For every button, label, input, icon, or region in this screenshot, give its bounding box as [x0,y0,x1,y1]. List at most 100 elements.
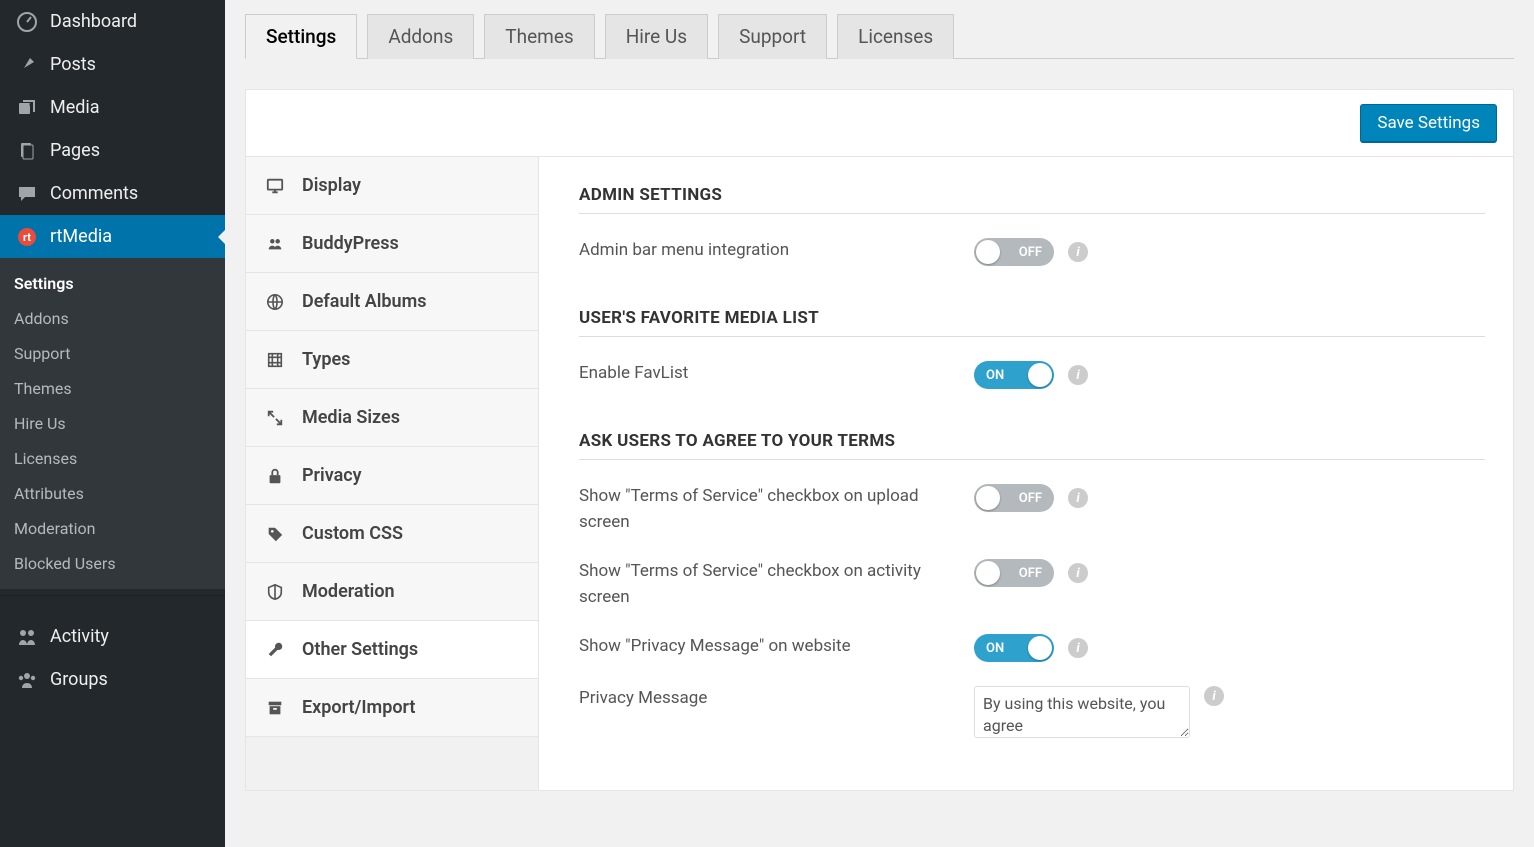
info-icon[interactable]: i [1068,242,1088,262]
sidebar-item-activity[interactable]: Activity [0,615,225,658]
sidenav-moderation[interactable]: Moderation [246,563,538,621]
setting-row-tos-activity: Show "Terms of Service" checkbox on acti… [579,559,1485,610]
section-title-admin: ADMIN SETTINGS [579,185,1485,214]
submenu-item-licenses[interactable]: Licenses [0,441,225,476]
section-title-favlist: USER'S FAVORITE MEDIA LIST [579,308,1485,337]
setting-label: Enable FavList [579,361,974,387]
submenu-item-hireus[interactable]: Hire Us [0,406,225,441]
sidenav-label: Display [302,175,361,196]
pages-icon [14,141,40,161]
activity-icon [14,627,40,647]
toggle-label: ON [986,641,1004,656]
film-icon [266,351,288,369]
tab-settings[interactable]: Settings [245,14,357,59]
rtmedia-icon: rt [14,227,40,247]
info-icon[interactable]: i [1068,638,1088,658]
setting-label: Privacy Message [579,686,974,712]
sidenav-export[interactable]: Export/Import [246,679,538,737]
sidebar-separator [0,595,225,615]
sidenav-privacy[interactable]: Privacy [246,447,538,505]
submenu-item-attributes[interactable]: Attributes [0,476,225,511]
sidebar-item-label: Media [50,97,100,118]
info-icon[interactable]: i [1068,488,1088,508]
tab-support[interactable]: Support [718,14,827,59]
sidebar-item-groups[interactable]: Groups [0,658,225,701]
setting-label: Show "Terms of Service" checkbox on uplo… [579,484,974,535]
privacy-message-textarea[interactable] [974,686,1190,738]
tab-addons[interactable]: Addons [367,14,474,59]
info-icon[interactable]: i [1204,686,1224,706]
setting-label: Show "Terms of Service" checkbox on acti… [579,559,974,610]
toggle-tos-upload[interactable]: OFF [974,484,1054,512]
setting-row-adminbar: Admin bar menu integration OFF i [579,238,1485,266]
submenu-item-blocked[interactable]: Blocked Users [0,546,225,581]
sidenav-css[interactable]: Custom CSS [246,505,538,563]
sidenav-label: Moderation [302,581,395,602]
sidenav-albums[interactable]: Default Albums [246,273,538,331]
settings-panel: Display BuddyPress Default Albums Types … [245,157,1514,791]
sidenav-label: BuddyPress [302,233,399,254]
toggle-knob [976,561,1000,585]
info-icon[interactable]: i [1068,563,1088,583]
toggle-tos-activity[interactable]: OFF [974,559,1054,587]
sidenav-label: Media Sizes [302,407,400,428]
info-icon[interactable]: i [1068,365,1088,385]
sidenav-label: Export/Import [302,697,415,718]
shield-icon [266,583,288,601]
sidenav-types[interactable]: Types [246,331,538,389]
submenu-item-moderation[interactable]: Moderation [0,511,225,546]
toggle-knob [976,240,1000,264]
submenu-item-themes[interactable]: Themes [0,371,225,406]
sidebar-item-comments[interactable]: Comments [0,172,225,215]
sidenav-label: Types [302,349,350,370]
pin-icon [14,55,40,75]
actions-bar: Save Settings [245,89,1514,157]
sidebar-item-posts[interactable]: Posts [0,43,225,86]
toggle-knob [1028,363,1052,387]
sidebar-item-label: Groups [50,669,108,690]
section-title-terms: ASK USERS TO AGREE TO YOUR TERMS [579,431,1485,460]
archive-icon [266,699,288,717]
submenu-item-settings[interactable]: Settings [0,266,225,301]
submenu-item-support[interactable]: Support [0,336,225,371]
sidebar-item-media[interactable]: Media [0,86,225,129]
media-icon [14,98,40,118]
setting-row-privacy-toggle: Show "Privacy Message" on website ON i [579,634,1485,662]
submenu-item-addons[interactable]: Addons [0,301,225,336]
sidebar-item-label: Comments [50,183,138,204]
wp-admin-sidebar: Dashboard Posts Media Pages Comments rt … [0,0,225,847]
lock-icon [266,467,288,485]
toggle-privacy-message[interactable]: ON [974,634,1054,662]
group-icon [266,235,288,253]
expand-icon [266,409,288,427]
setting-row-favlist: Enable FavList ON i [579,361,1485,389]
toggle-label: OFF [1019,245,1042,260]
setting-label: Admin bar menu integration [579,238,974,264]
sidebar-item-dashboard[interactable]: Dashboard [0,0,225,43]
sidebar-item-rtmedia[interactable]: rt rtMedia [0,215,225,258]
setting-row-tos-upload: Show "Terms of Service" checkbox on uplo… [579,484,1485,535]
sidenav-sizes[interactable]: Media Sizes [246,389,538,447]
toggle-adminbar[interactable]: OFF [974,238,1054,266]
sidenav-display[interactable]: Display [246,157,538,215]
setting-row-privacy-message: Privacy Message i [579,686,1485,738]
desktop-icon [266,177,288,195]
sidebar-item-label: Dashboard [50,11,137,32]
sidenav-label: Custom CSS [302,523,403,544]
toggle-knob [1028,636,1052,660]
tab-hireus[interactable]: Hire Us [605,14,708,59]
comment-icon [14,184,40,204]
sidebar-item-pages[interactable]: Pages [0,129,225,172]
tab-themes[interactable]: Themes [484,14,594,59]
sidebar-submenu: Settings Addons Support Themes Hire Us L… [0,258,225,589]
tab-licenses[interactable]: Licenses [837,14,954,59]
sidebar-item-label: Activity [50,626,109,647]
sidenav-buddypress[interactable]: BuddyPress [246,215,538,273]
wrench-icon [266,641,288,659]
main-content: Settings Addons Themes Hire Us Support L… [225,0,1534,847]
groups-icon [14,670,40,690]
sidenav-other[interactable]: Other Settings [246,621,538,679]
toggle-favlist[interactable]: ON [974,361,1054,389]
settings-content: ADMIN SETTINGS Admin bar menu integratio… [539,157,1514,791]
save-settings-button[interactable]: Save Settings [1360,104,1497,142]
